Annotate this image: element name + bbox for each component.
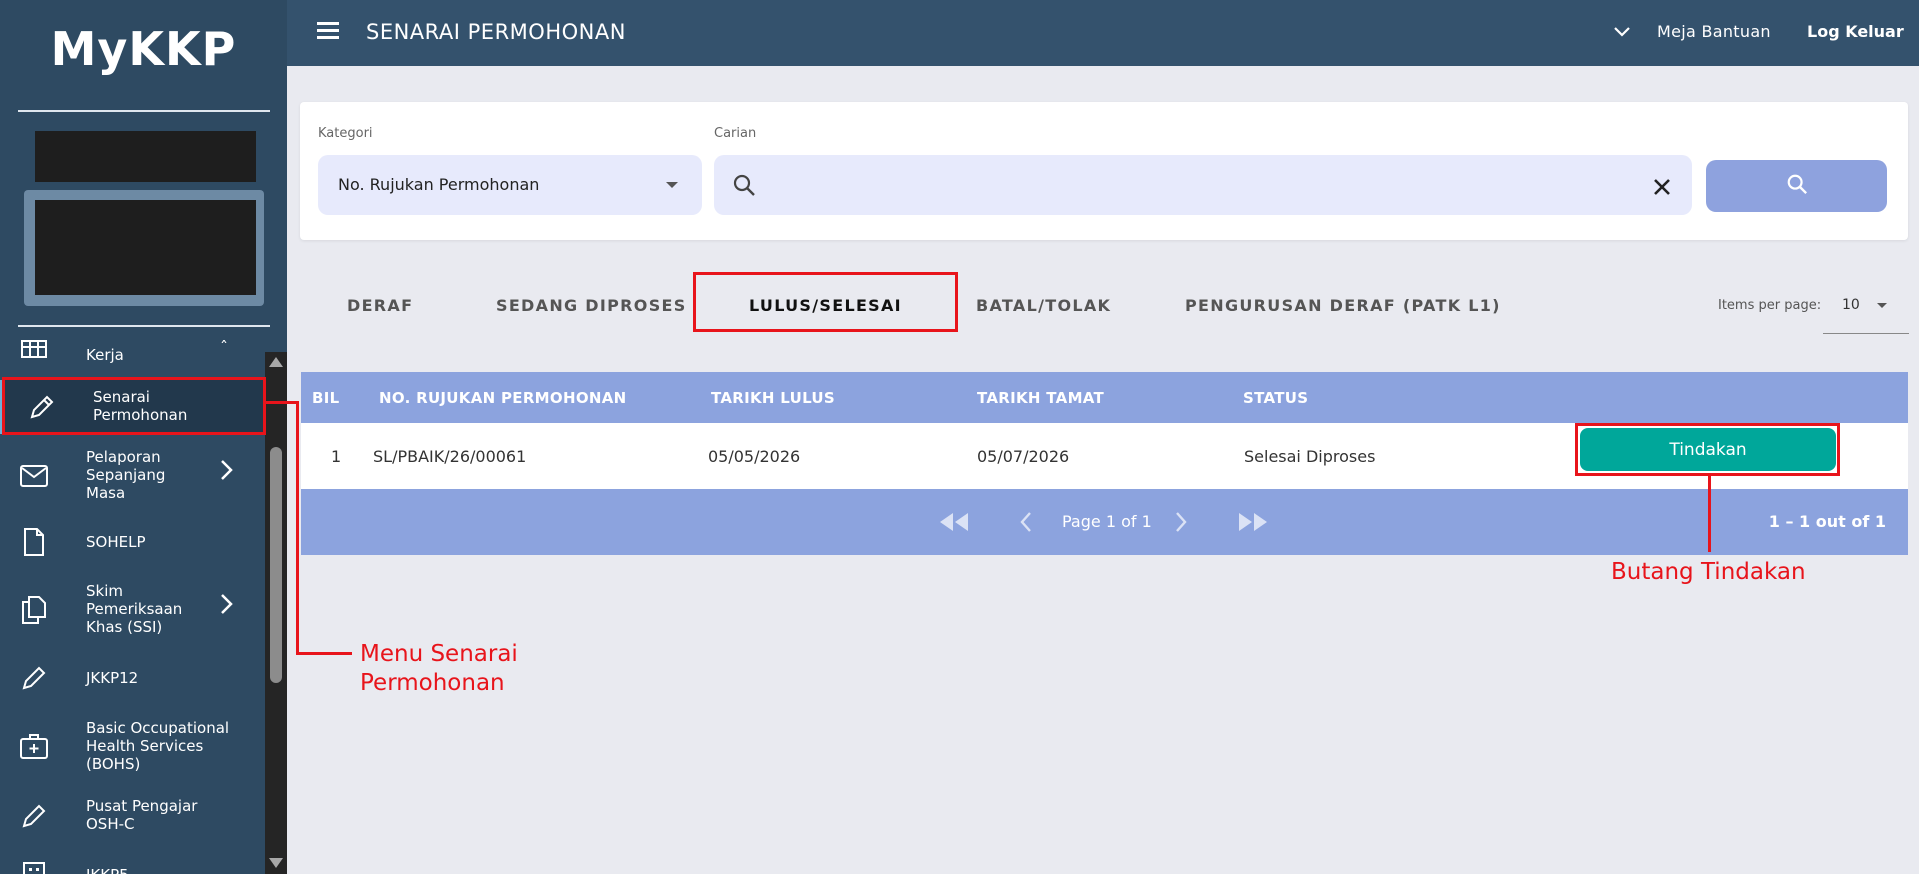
document-icon xyxy=(20,528,48,556)
annotation-menu-text: Menu Senarai Permohonan xyxy=(360,640,518,698)
medical-kit-icon xyxy=(20,732,48,760)
column-header: TARIKH LULUS xyxy=(711,389,836,407)
table-header: BIL NO. RUJUKAN PERMOHONAN TARIKH LULUS … xyxy=(301,372,1908,423)
cell-ref: SL/PBAIK/26/00061 xyxy=(373,447,527,466)
next-page-icon[interactable] xyxy=(1173,511,1189,537)
column-header: STATUS xyxy=(1243,389,1309,407)
sidebar-item-label: JKKP12 xyxy=(86,669,139,687)
top-bar: SENARAI PERMOHONAN Meja Bantuan Log Kelu… xyxy=(287,0,1919,66)
annotation-line xyxy=(296,401,299,655)
sidebar-item-jkkp5[interactable]: JKKP5 xyxy=(0,858,265,874)
search-label: Carian xyxy=(714,126,757,141)
sidebar-item-label: Pelaporan Sepanjang Masa xyxy=(86,448,166,502)
items-per-page-select[interactable]: 10 xyxy=(1842,297,1860,313)
items-per-page-label: Items per page: xyxy=(1718,298,1822,313)
table-icon xyxy=(20,336,48,364)
paginator: Page 1 of 1 1 – 1 out of 1 xyxy=(301,489,1908,555)
dropdown-arrow-icon[interactable] xyxy=(1877,303,1887,308)
annotation-menu-line: Menu Senarai xyxy=(360,641,518,667)
cell-bil: 1 xyxy=(331,447,342,466)
search-icon xyxy=(1786,173,1808,199)
category-label: Kategori xyxy=(318,126,373,141)
help-desk-link[interactable]: Meja Bantuan xyxy=(1657,22,1771,41)
cell-expiry-date: 05/07/2026 xyxy=(977,447,1070,466)
sidebar-item-label: JKKP5 xyxy=(86,866,129,874)
sidebar-item-label: SOHELP xyxy=(86,533,146,551)
pencil-icon xyxy=(20,802,48,830)
category-select[interactable]: No. Rujukan Permohonan xyxy=(318,155,702,215)
sidebar-item-pusat-pengajar[interactable]: Pusat Pengajar OSH-C xyxy=(0,794,265,838)
annotation-box-menu xyxy=(2,377,266,435)
sidebar-menu: Kerja ˆ Senarai Permohonan Pelaporan Sep… xyxy=(0,0,265,874)
sidebar-item-ssi[interactable]: Skim Pemeriksaan Khas (SSI) xyxy=(0,580,265,640)
search-input[interactable] xyxy=(714,155,1692,215)
tab-sedang-diproses[interactable]: SEDANG DIPROSES xyxy=(496,296,687,315)
cell-status: Selesai Diproses xyxy=(1244,447,1376,466)
column-header: BIL xyxy=(312,389,340,407)
sidebar-item-label: Basic Occupational Health Services (BOHS… xyxy=(86,719,230,773)
sidebar-item-pelaporan[interactable]: Pelaporan Sepanjang Masa xyxy=(0,446,265,506)
sidebar-scrollbar[interactable] xyxy=(265,352,287,874)
scroll-down-icon[interactable] xyxy=(269,858,283,868)
pencil-icon xyxy=(20,664,48,692)
tab-pengurusan-deraf[interactable]: PENGURUSAN DERAF (PATK L1) xyxy=(1185,296,1501,315)
chevron-right-icon[interactable] xyxy=(220,592,234,622)
first-page-icon[interactable] xyxy=(938,511,970,537)
annotation-menu-line: Permohonan xyxy=(360,670,505,696)
scroll-up-icon[interactable] xyxy=(269,357,283,367)
logout-link[interactable]: Log Keluar xyxy=(1807,22,1904,41)
column-header: TARIKH TAMAT xyxy=(977,389,1105,407)
select-underline xyxy=(1823,333,1909,334)
category-value: No. Rujukan Permohonan xyxy=(338,175,540,194)
mail-icon xyxy=(20,462,48,490)
chevron-down-icon[interactable] xyxy=(1612,18,1632,48)
page-title: SENARAI PERMOHONAN xyxy=(366,20,626,44)
chevron-right-icon[interactable] xyxy=(220,458,234,488)
search-button[interactable] xyxy=(1706,160,1887,212)
chevron-up-icon: ˆ xyxy=(220,338,228,357)
building-icon xyxy=(20,860,48,874)
sidebar-item-bohs[interactable]: Basic Occupational Health Services (BOHS… xyxy=(0,718,265,774)
annotation-box-tab xyxy=(693,272,958,332)
cell-approved-date: 05/05/2026 xyxy=(708,447,801,466)
page-indicator: Page 1 of 1 xyxy=(1062,512,1152,531)
dropdown-arrow-icon xyxy=(666,182,678,188)
clear-icon[interactable] xyxy=(1652,171,1672,204)
search-card: Kategori No. Rujukan Permohonan Carian xyxy=(300,102,1908,240)
previous-page-icon[interactable] xyxy=(1018,511,1034,537)
sidebar-item-jkkp12[interactable]: JKKP12 xyxy=(0,658,265,698)
sidebar-item-label: Pusat Pengajar OSH-C xyxy=(86,797,198,833)
annotation-line xyxy=(265,401,298,404)
annotation-box-action xyxy=(1575,423,1840,476)
sidebar-item-kerja[interactable]: Kerja ˆ xyxy=(0,338,265,370)
annotation-line xyxy=(296,652,352,655)
column-header: NO. RUJUKAN PERMOHONAN xyxy=(379,389,627,407)
tab-batal-tolak[interactable]: BATAL/TOLAK xyxy=(976,296,1111,315)
sidebar-item-label: Kerja xyxy=(86,346,124,364)
scroll-thumb[interactable] xyxy=(270,447,282,683)
menu-icon[interactable] xyxy=(317,22,339,40)
range-label: 1 – 1 out of 1 xyxy=(1768,512,1886,531)
sidebar-item-label: Skim Pemeriksaan Khas (SSI) xyxy=(86,582,183,636)
sidebar: MyKKP Kerja ˆ Senarai Permohonan Pelapor… xyxy=(0,0,287,874)
annotation-button-text: Butang Tindakan xyxy=(1611,559,1806,585)
sidebar-item-sohelp[interactable]: SOHELP xyxy=(0,522,265,562)
last-page-icon[interactable] xyxy=(1237,511,1269,537)
copy-document-icon xyxy=(20,596,48,624)
search-icon xyxy=(732,173,756,201)
tab-deraf[interactable]: DERAF xyxy=(347,296,413,315)
annotation-line xyxy=(1708,475,1711,552)
